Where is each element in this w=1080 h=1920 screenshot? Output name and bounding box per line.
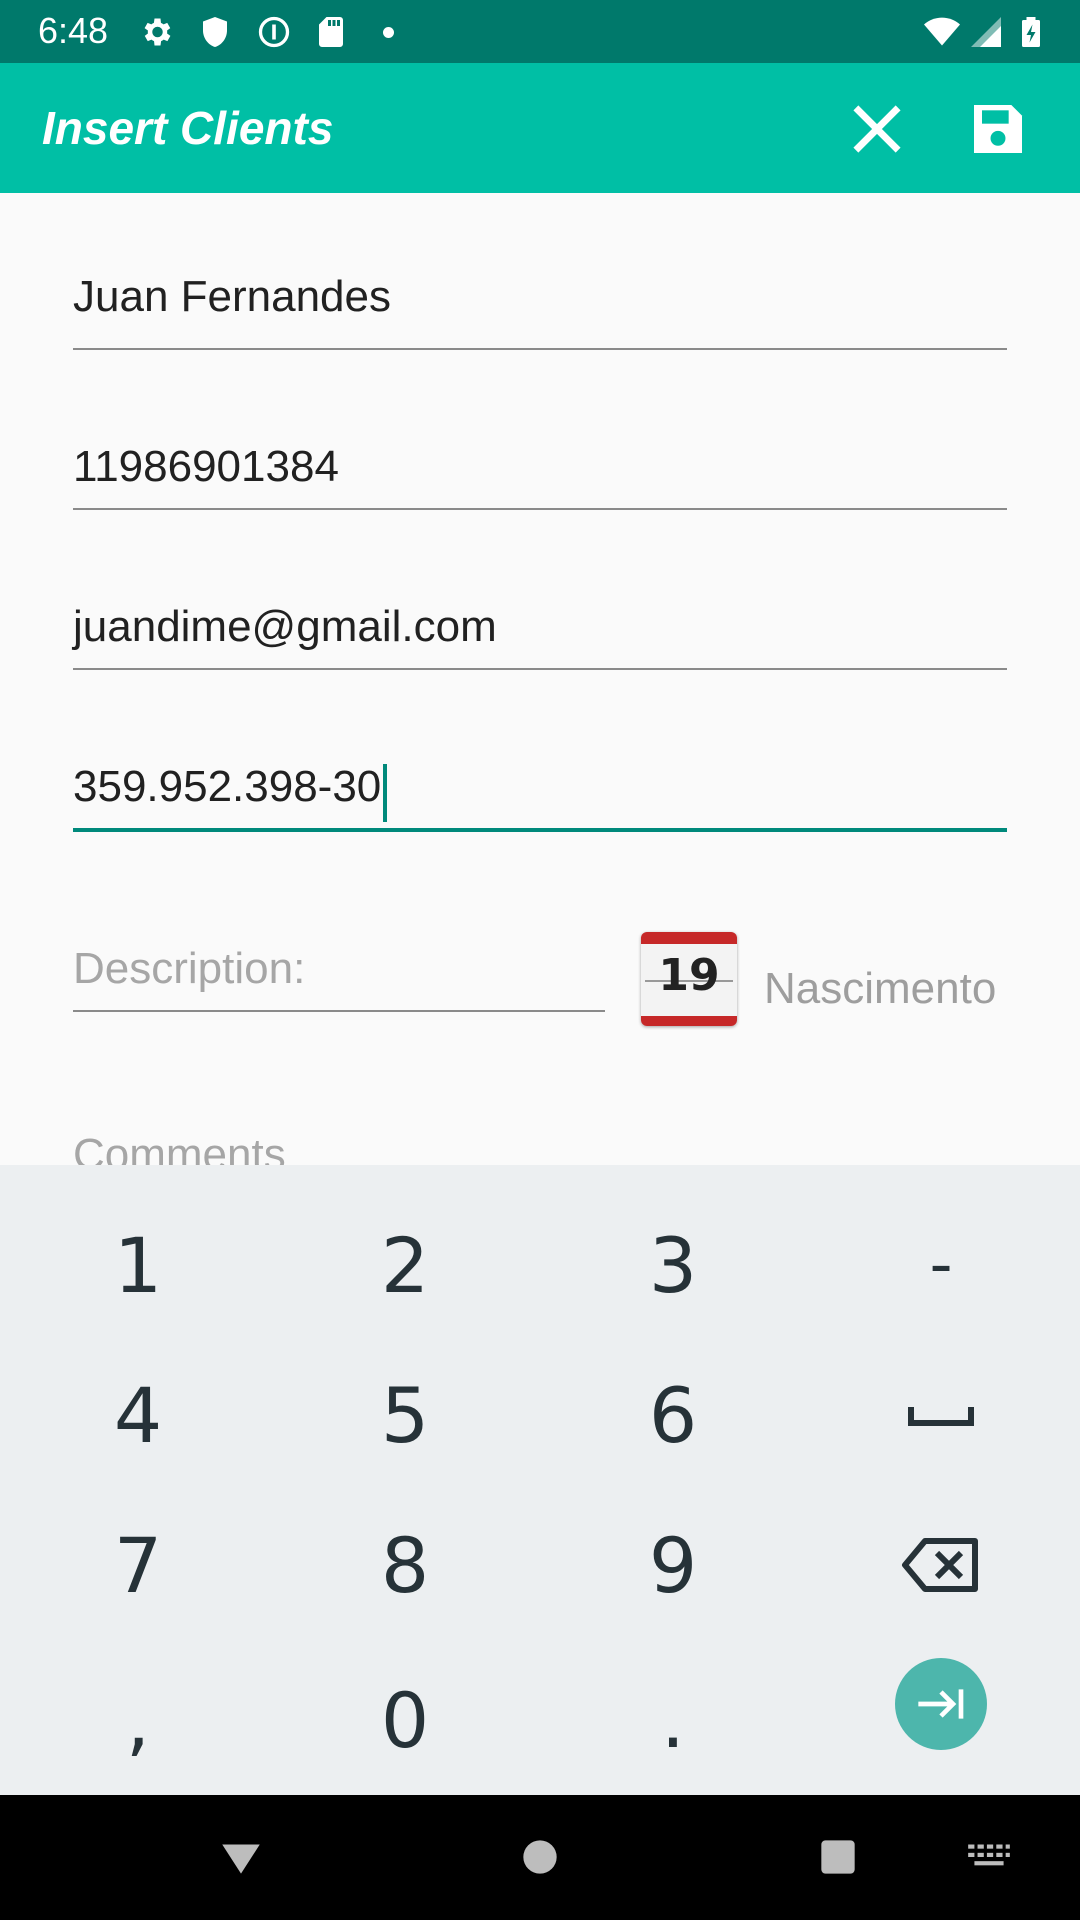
name-value: Juan Fernandes xyxy=(73,272,391,321)
app-bar: Insert Clients xyxy=(0,63,1080,193)
phone-field[interactable]: 11986901384 xyxy=(73,442,1007,512)
save-button[interactable] xyxy=(958,89,1038,169)
keyboard-icon xyxy=(968,1844,1010,1866)
home-circle-icon xyxy=(523,1840,557,1874)
phone-value: 11986901384 xyxy=(73,442,339,491)
key-7[interactable]: 7 xyxy=(28,1490,248,1640)
recents-square-icon xyxy=(821,1840,855,1874)
next-field-icon xyxy=(918,1689,964,1719)
status-time: 6:48 xyxy=(38,10,109,51)
email-value: juandime@gmail.com xyxy=(73,602,497,651)
space-icon xyxy=(908,1407,974,1426)
calendar-day: 19 xyxy=(658,950,720,1001)
key-4[interactable]: 4 xyxy=(28,1340,248,1490)
settings-icon xyxy=(136,12,176,52)
email-underline xyxy=(73,668,1007,670)
home-button[interactable] xyxy=(495,1815,585,1899)
key-dash[interactable]: - xyxy=(831,1190,1051,1340)
birth-date-calendar-button[interactable]: 19 xyxy=(641,932,737,1026)
save-icon xyxy=(974,105,1022,153)
wifi-icon xyxy=(922,12,962,52)
recents-button[interactable] xyxy=(793,1815,883,1899)
page-title: Insert Clients xyxy=(42,102,334,154)
backspace-icon xyxy=(902,1538,978,1592)
name-underline xyxy=(73,348,1007,350)
keyboard-switch-button[interactable] xyxy=(944,1815,1034,1899)
description-placeholder: Description: xyxy=(73,944,306,993)
cpf-field[interactable]: 359.952.398-30 xyxy=(73,762,1007,834)
battery-icon xyxy=(1011,12,1051,52)
key-backspace[interactable] xyxy=(831,1490,1051,1640)
navigation-bar xyxy=(0,1795,1080,1920)
calendar-icon xyxy=(641,932,737,944)
cpf-value: 359.952.398-30 xyxy=(73,762,382,811)
email-field[interactable]: juandime@gmail.com xyxy=(73,602,1007,672)
key-6[interactable]: 6 xyxy=(563,1340,783,1490)
info-icon xyxy=(254,12,294,52)
key-1[interactable]: 1 xyxy=(28,1190,248,1340)
key-5[interactable]: 5 xyxy=(295,1340,515,1490)
cell-signal-icon xyxy=(966,12,1006,52)
shield-icon xyxy=(195,12,235,52)
sd-card-icon xyxy=(311,12,351,52)
key-3[interactable]: 3 xyxy=(563,1190,783,1340)
phone-underline xyxy=(73,508,1007,510)
close-button[interactable] xyxy=(837,89,917,169)
key-0[interactable]: 0 xyxy=(295,1645,515,1795)
key-8[interactable]: 8 xyxy=(295,1490,515,1640)
description-field[interactable]: Description: xyxy=(73,944,605,1014)
description-underline xyxy=(73,1010,605,1012)
text-cursor xyxy=(383,763,388,822)
cpf-underline xyxy=(73,828,1007,832)
key-9[interactable]: 9 xyxy=(563,1490,783,1640)
key-period[interactable]: . xyxy=(563,1645,783,1795)
key-2[interactable]: 2 xyxy=(295,1190,515,1340)
notification-dot-icon xyxy=(383,27,394,38)
birth-label: Nascimento xyxy=(764,964,997,1013)
back-button[interactable] xyxy=(196,1815,286,1899)
key-next[interactable] xyxy=(895,1658,987,1750)
back-triangle-icon xyxy=(222,1844,260,1874)
key-space[interactable] xyxy=(831,1340,1051,1490)
close-icon xyxy=(853,105,901,153)
key-comma[interactable]: , xyxy=(28,1645,248,1795)
status-bar: 6:48 xyxy=(0,0,1080,63)
name-field[interactable]: Juan Fernandes xyxy=(73,272,1007,352)
